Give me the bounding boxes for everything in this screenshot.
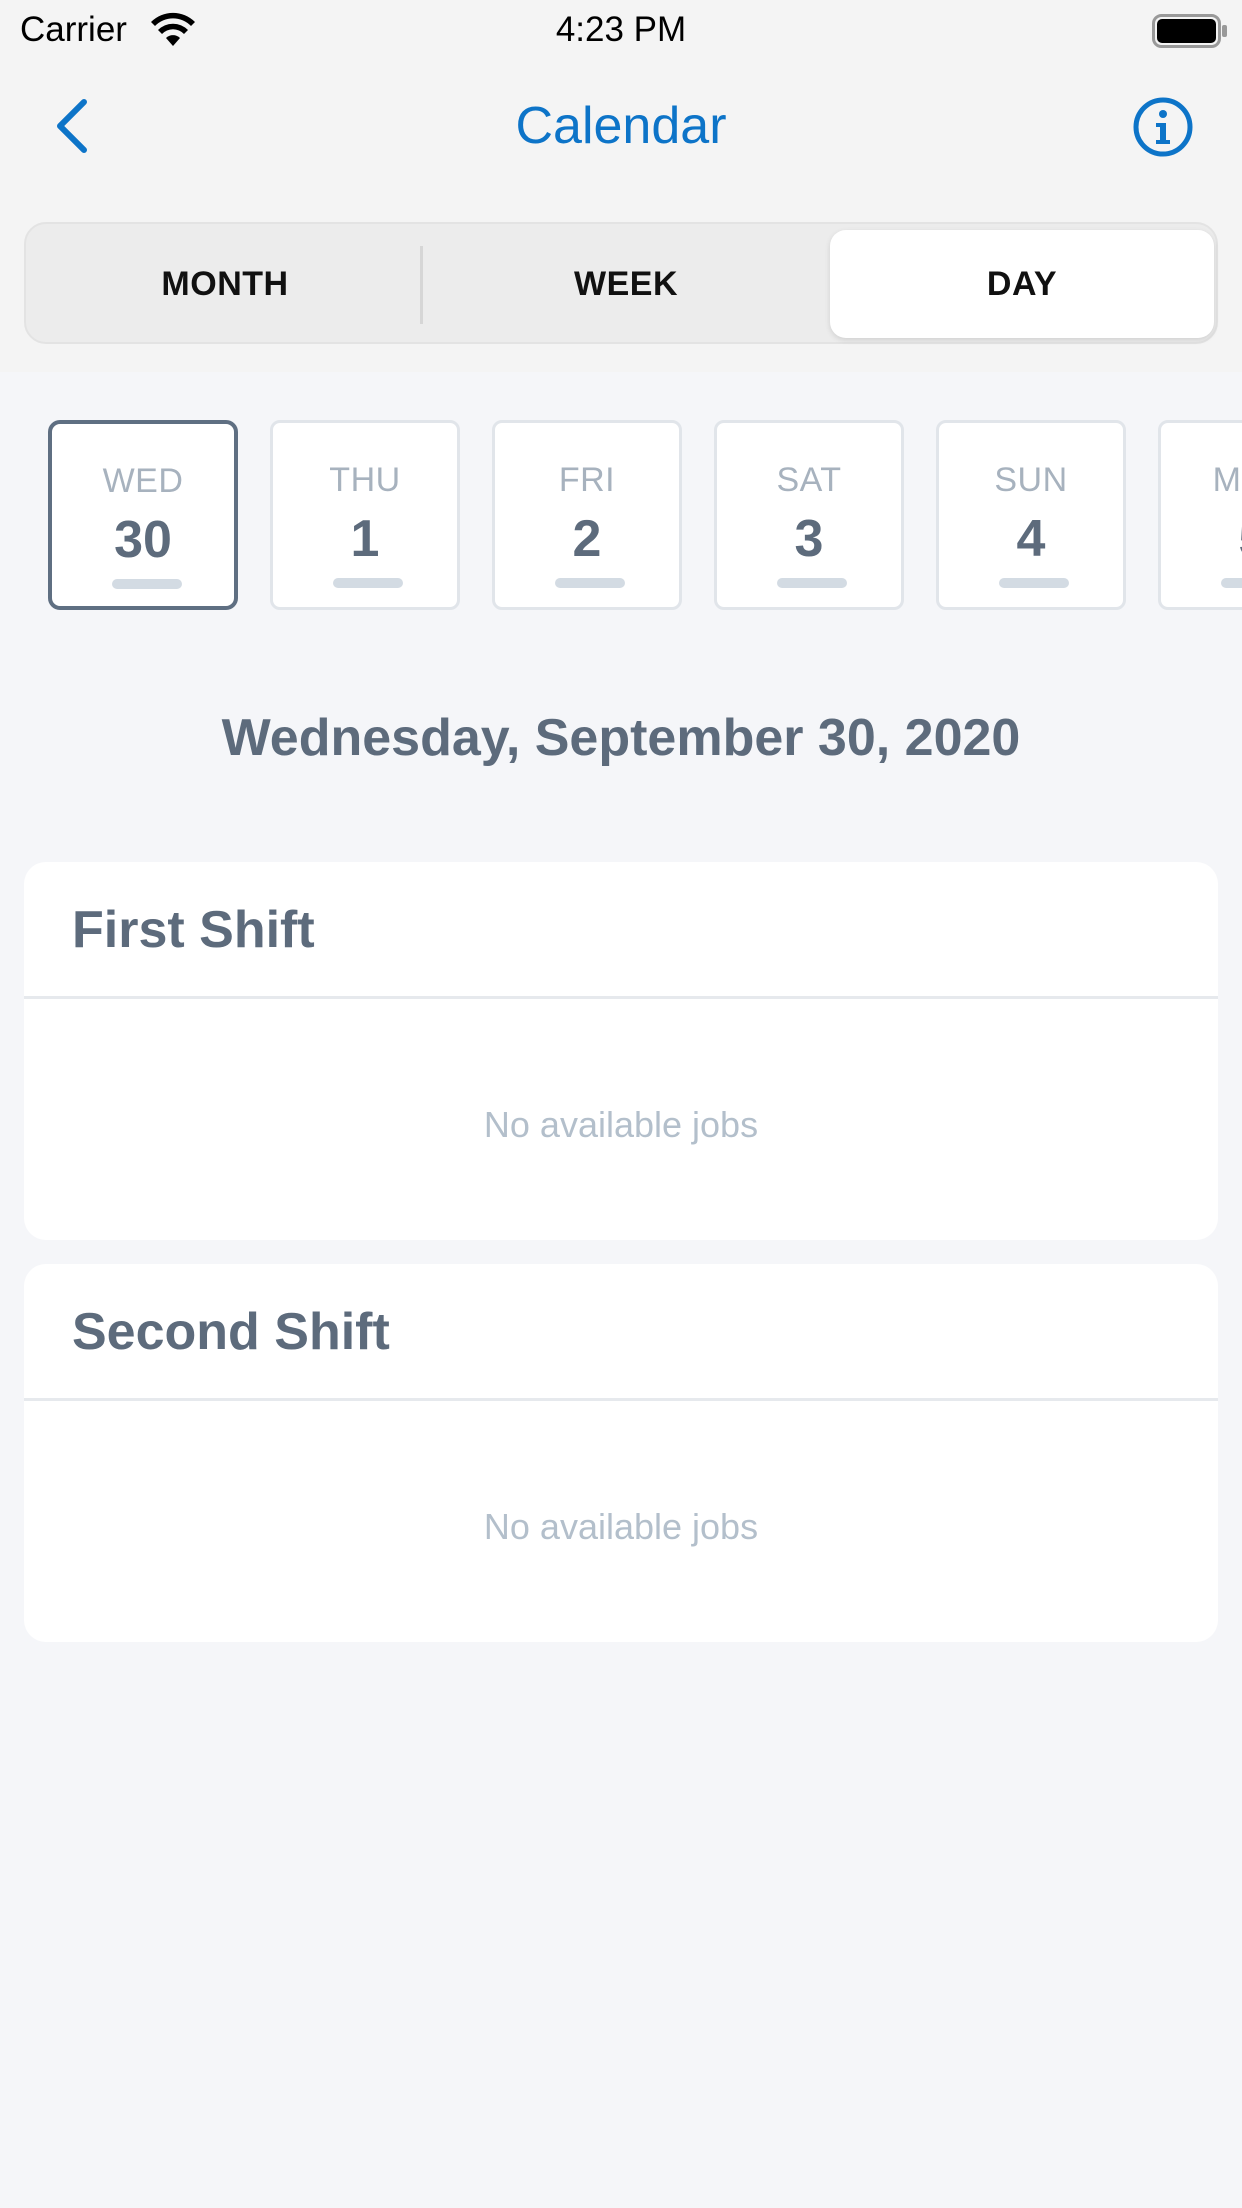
shift-title: Second Shift (72, 1303, 390, 1361)
header-area: Carrier 4:23 PM Calendar MONTH WEEK DAY (0, 0, 1242, 372)
day-number: 2 (572, 510, 602, 568)
day-indicator (777, 578, 847, 588)
day-card-sat-3[interactable]: SAT 3 (714, 420, 904, 610)
day-card-fri-2[interactable]: FRI 2 (492, 420, 682, 610)
day-card-sun-4[interactable]: SUN 4 (936, 420, 1126, 610)
tab-day[interactable]: DAY (830, 230, 1214, 338)
day-number: 1 (350, 510, 380, 568)
day-indicator (555, 578, 625, 588)
shift-title: First Shift (72, 901, 315, 959)
day-name: THU (329, 461, 401, 499)
divider (24, 1398, 1218, 1401)
day-card-thu-1[interactable]: THU 1 (270, 420, 460, 610)
segment-divider (420, 246, 423, 324)
tab-week[interactable]: WEEK (426, 230, 826, 338)
divider (24, 996, 1218, 999)
day-name: SUN (994, 461, 1068, 499)
day-indicator (333, 578, 403, 588)
day-card-wed-30[interactable]: WED 30 (48, 420, 238, 610)
day-indicator (999, 578, 1069, 588)
empty-state-text: No available jobs (483, 1104, 759, 1145)
day-name: MON (1212, 461, 1242, 499)
day-indicator (112, 579, 182, 589)
day-name: SAT (776, 461, 842, 499)
empty-state-text: No available jobs (483, 1506, 759, 1547)
day-indicator (1221, 578, 1242, 588)
status-bar: Carrier 4:23 PM (0, 0, 1242, 62)
shift-card-first: First Shift No available jobs (24, 862, 1218, 1240)
page-title: Calendar (515, 97, 727, 155)
tab-month[interactable]: MONTH (32, 230, 418, 338)
day-number: 5 (1161, 509, 1242, 569)
shift-card-second: Second Shift No available jobs (24, 1264, 1218, 1642)
clock: 4:23 PM (555, 10, 687, 49)
day-card-mon-5[interactable]: MON 5 (1158, 420, 1242, 610)
info-circle-icon[interactable] (1132, 96, 1194, 158)
day-name: WED (102, 462, 184, 500)
view-mode-segmented-control: MONTH WEEK DAY (24, 222, 1218, 344)
day-number: 30 (114, 511, 172, 569)
day-number: 4 (1016, 510, 1046, 568)
selected-date-heading: Wednesday, September 30, 2020 (221, 709, 1021, 767)
day-name: FRI (558, 461, 616, 499)
day-number: 3 (794, 510, 824, 568)
battery-icon (1152, 14, 1227, 48)
day-picker: WED 30 THU 1 FRI 2 SAT 3 SUN 4 MON 5 (0, 420, 1242, 612)
